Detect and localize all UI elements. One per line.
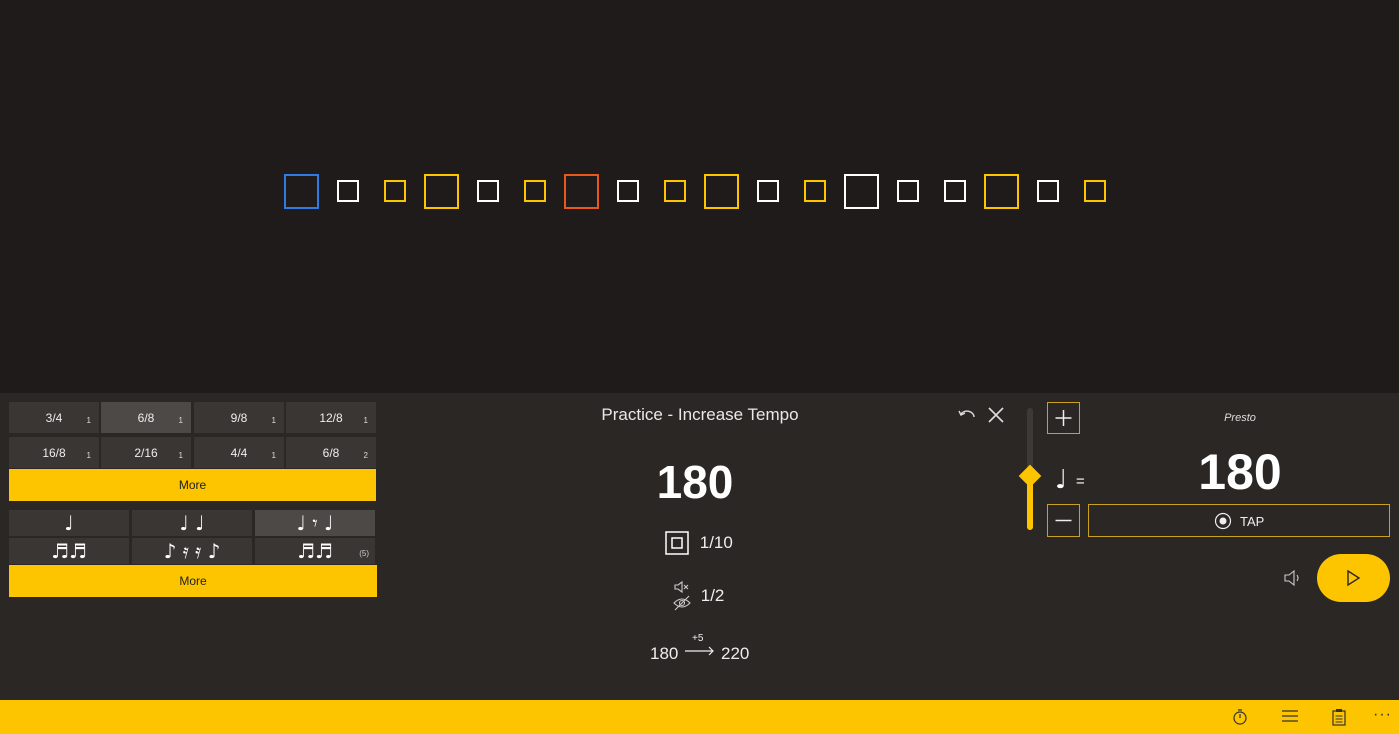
beat-square[interactable] — [564, 173, 599, 209]
clipboard-icon[interactable] — [1331, 708, 1347, 731]
rhythm-notes-icon: ♬♬ — [51, 539, 87, 563]
time-signature-16-8[interactable]: 16/8 1 — [9, 437, 99, 468]
beat-square[interactable] — [384, 180, 406, 202]
beat-square[interactable] — [337, 180, 359, 202]
minus-button[interactable] — [1047, 504, 1080, 537]
rhythm-count: (5) — [359, 549, 369, 558]
time-signature-count: 1 — [271, 416, 276, 425]
tempo-from: 180 — [650, 644, 679, 663]
arrow-right-icon — [685, 646, 714, 656]
rhythm-notes-icon: ♪ 𝄿 𝄿 ♪ — [163, 539, 221, 563]
rhythm-pattern[interactable]: ♪ 𝄿 𝄿 ♪ — [132, 538, 252, 564]
tap-label: TAP — [1240, 514, 1265, 529]
beat-square[interactable] — [804, 180, 826, 202]
time-signature-label: 16/8 — [42, 446, 66, 460]
tap-icon — [1214, 512, 1232, 530]
time-signature-count: 1 — [363, 416, 368, 425]
time-signature-label: 3/4 — [45, 411, 63, 425]
tap-button[interactable]: TAP — [1088, 504, 1390, 537]
quarter-note-icon: ♩ — [1055, 465, 1068, 495]
time-signature-label: 9/8 — [230, 411, 248, 425]
tempo-step: +5 — [692, 633, 704, 644]
rhythm-pattern[interactable]: ♩ ♩ — [132, 510, 252, 536]
tempo-range-row: 180 +5 220 — [650, 633, 760, 663]
list-icon[interactable] — [1281, 708, 1299, 729]
more-options-icon[interactable]: ··· — [1373, 706, 1392, 724]
bottom-app-bar: ··· — [0, 700, 1399, 734]
tempo-to: 220 — [721, 644, 750, 663]
minus-icon — [1055, 519, 1072, 522]
more-time-signatures-button[interactable]: More — [9, 469, 376, 501]
play-button[interactable] — [1317, 554, 1390, 602]
practice-tempo: 180 — [656, 456, 734, 508]
time-signature-count: 1 — [86, 416, 91, 425]
equals-sign: = — [1076, 473, 1085, 490]
time-signature-label: 12/8 — [319, 411, 343, 425]
volume-icon[interactable] — [1283, 569, 1303, 587]
time-signature-count: 1 — [178, 451, 183, 460]
time-signature-label: 4/4 — [230, 446, 248, 460]
beat-square[interactable] — [897, 180, 919, 202]
mute-hide-icon — [673, 580, 691, 611]
beat-square[interactable] — [664, 180, 686, 202]
beat-square[interactable] — [424, 173, 459, 209]
beat-square[interactable] — [617, 180, 639, 202]
tempo-slider-thumb[interactable] — [1018, 464, 1042, 488]
time-signature-12-8[interactable]: 12/8 1 — [286, 402, 376, 433]
time-signature-count: 1 — [86, 451, 91, 460]
rhythm-pattern[interactable]: ♩ — [9, 510, 129, 536]
beat-square[interactable] — [524, 180, 546, 202]
note-equals: ♩ = — [1055, 465, 1095, 495]
plus-button[interactable] — [1047, 402, 1080, 434]
control-panel: More More Practice - Increase Tempo 180 … — [0, 393, 1399, 700]
time-signature-count: 1 — [178, 416, 183, 425]
close-icon[interactable] — [986, 405, 1006, 425]
time-signature-2-16[interactable]: 2/16 1 — [101, 437, 191, 468]
beat-square[interactable] — [1037, 180, 1059, 202]
current-tempo[interactable]: 180 — [1160, 443, 1320, 501]
time-signature-label: 6/8 — [322, 446, 340, 460]
time-signature-label: 2/16 — [134, 446, 158, 460]
time-signature-6-8[interactable]: 6/8 2 — [286, 437, 376, 468]
rhythm-pattern[interactable]: ♬♬ — [9, 538, 129, 564]
beat-square[interactable] — [844, 173, 879, 209]
rhythm-pattern[interactable]: ♩ 𝄾 ♩ — [255, 510, 375, 536]
time-signature-9-8[interactable]: 9/8 1 — [194, 402, 284, 433]
time-signature-6-8[interactable]: 6/8 1 — [101, 402, 191, 433]
beat-square[interactable] — [757, 180, 779, 202]
rhythm-pattern[interactable]: ♬♬ (5) — [255, 538, 375, 564]
timer-icon[interactable] — [1232, 708, 1248, 731]
rhythm-notes-icon: ♬♬ — [297, 539, 333, 563]
play-icon — [1347, 569, 1361, 587]
beat-square[interactable] — [944, 180, 966, 202]
bars-row: 1/10 — [665, 531, 733, 555]
mute-value: 1/2 — [700, 586, 725, 605]
tempo-name: Presto — [1224, 412, 1256, 424]
time-signature-3-4[interactable]: 3/4 1 — [9, 402, 99, 433]
beat-square[interactable] — [704, 173, 739, 209]
plus-icon — [1055, 410, 1072, 426]
beat-square[interactable] — [1084, 180, 1106, 202]
bar-count-icon — [665, 531, 689, 555]
mute-row: 1/2 — [672, 579, 724, 613]
rhythm-notes-icon: ♩ — [64, 511, 74, 535]
beat-area — [0, 0, 1399, 393]
practice-title: Practice - Increase Tempo — [601, 405, 799, 424]
bars-value: 1/10 — [699, 533, 733, 552]
time-signature-count: 1 — [271, 451, 276, 460]
time-signature-count: 2 — [363, 451, 368, 460]
beat-square[interactable] — [477, 180, 499, 202]
rhythm-notes-icon: ♩ ♩ — [179, 511, 205, 535]
beat-square[interactable] — [284, 173, 319, 209]
more-rhythms-button[interactable]: More — [9, 565, 377, 597]
time-signature-label: 6/8 — [137, 411, 155, 425]
time-signature-4-4[interactable]: 4/4 1 — [194, 437, 284, 468]
rhythm-notes-icon: ♩ 𝄾 ♩ — [296, 511, 334, 535]
beat-square[interactable] — [984, 173, 1019, 209]
undo-icon[interactable] — [956, 405, 978, 425]
